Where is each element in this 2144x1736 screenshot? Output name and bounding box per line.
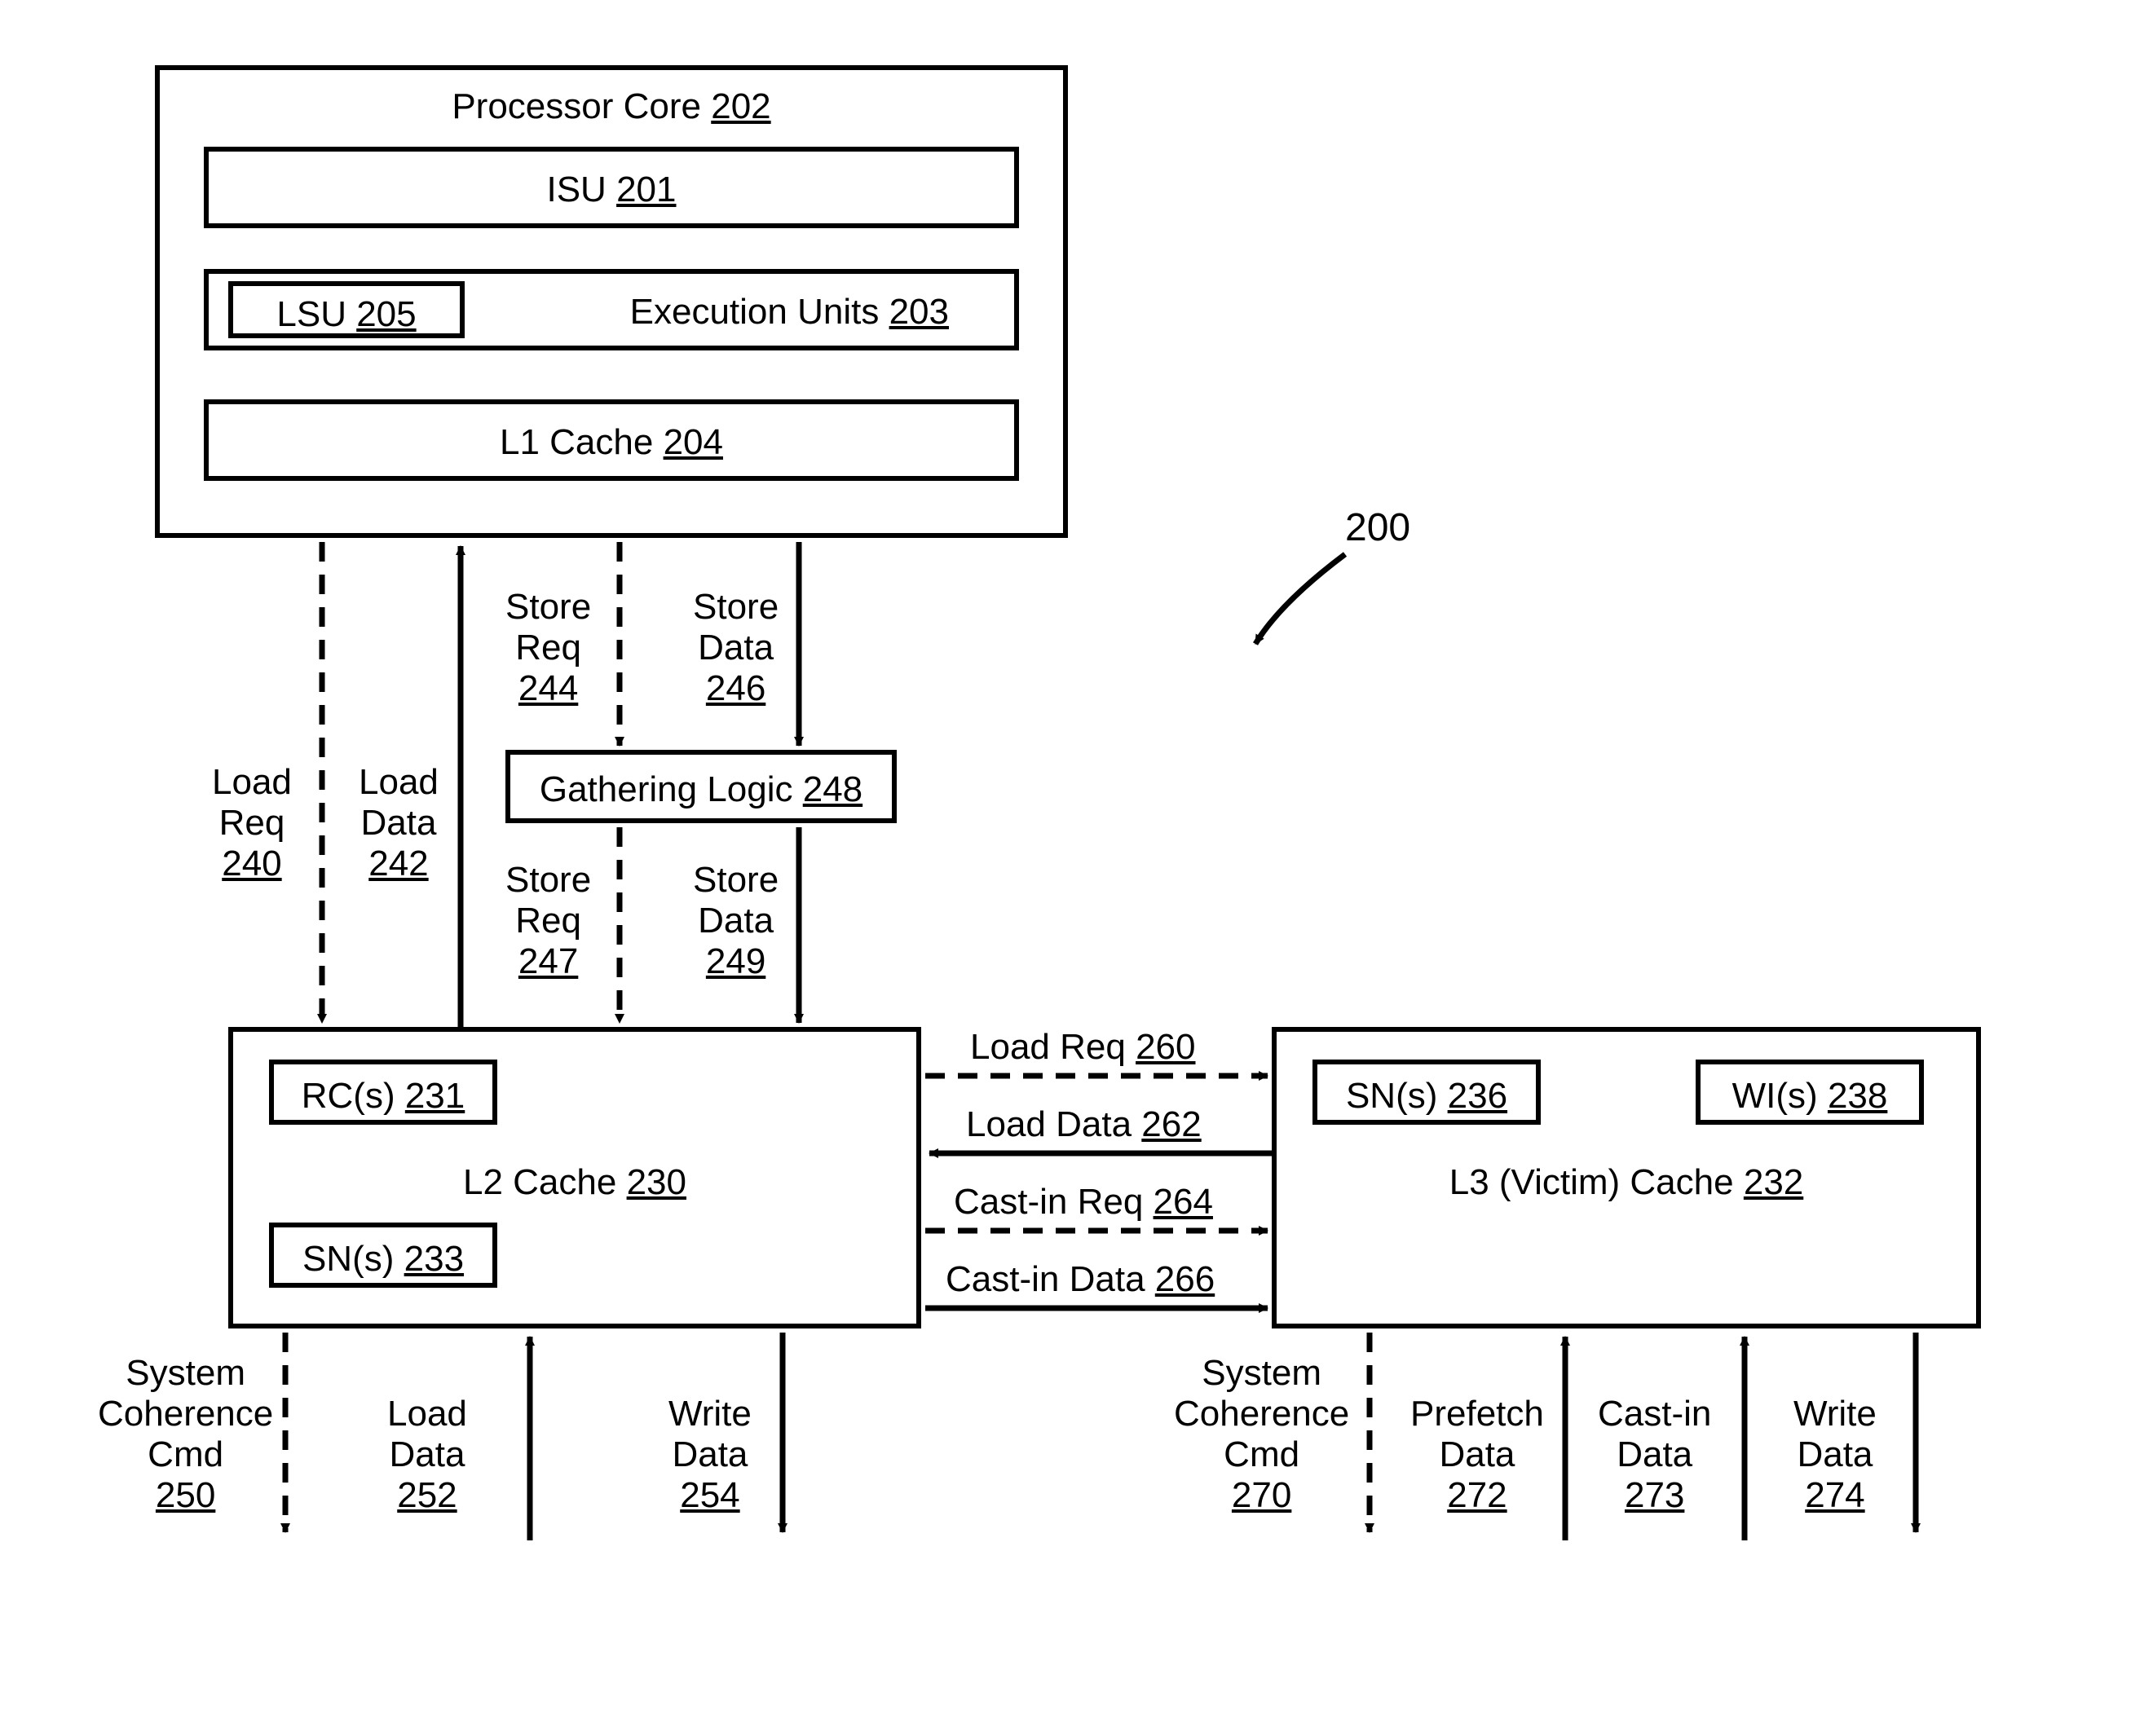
lsu-label: LSU 205 [233, 294, 460, 335]
store-data-249-label: Store Data 249 [693, 860, 779, 982]
sn-l3-label: SN(s) 236 [1317, 1076, 1536, 1117]
sn-l3-box: SN(s) 236 [1312, 1060, 1541, 1125]
figure-ref-label: 200 [1345, 505, 1410, 550]
processor-core-label: Processor Core 202 [160, 86, 1063, 127]
l2-cache-label: L2 Cache 230 [233, 1162, 916, 1203]
sys-coh-250-label: System Coherence Cmd 250 [98, 1353, 273, 1516]
l1-cache-box: L1 Cache 204 [204, 399, 1019, 481]
castin-data-266-label: Cast-in Data 266 [946, 1259, 1215, 1300]
sn-l2-label: SN(s) 233 [274, 1239, 492, 1280]
rc-label: RC(s) 231 [274, 1076, 492, 1117]
load-data-242-label: Load Data 242 [359, 762, 439, 884]
castin-req-264-label: Cast-in Req 264 [954, 1182, 1213, 1223]
load-req-260-label: Load Req 260 [970, 1027, 1195, 1068]
rc-box: RC(s) 231 [269, 1060, 497, 1125]
gathering-logic-box: Gathering Logic 248 [505, 750, 897, 823]
sn-l2-box: SN(s) 233 [269, 1223, 497, 1288]
store-data-246-label: Store Data 246 [693, 587, 779, 709]
load-data-262-label: Load Data 262 [966, 1104, 1202, 1145]
gathering-logic-label: Gathering Logic 248 [510, 769, 892, 810]
load-req-240-label: Load Req 240 [212, 762, 292, 884]
wi-box: WI(s) 238 [1696, 1060, 1924, 1125]
l3-cache-label: L3 (Victim) Cache 232 [1277, 1162, 1976, 1203]
isu-label: ISU 201 [209, 170, 1014, 210]
prefetch-272-label: Prefetch Data 272 [1410, 1394, 1544, 1516]
load-data-252-label: Load Data 252 [387, 1394, 467, 1516]
lsu-box: LSU 205 [228, 281, 465, 338]
sys-coh-270-label: System Coherence Cmd 270 [1174, 1353, 1349, 1516]
execution-units-label: Execution Units 203 [630, 292, 949, 333]
write-data-274-label: Write Data 274 [1793, 1394, 1877, 1516]
castin-273-label: Cast-in Data 273 [1598, 1394, 1711, 1516]
wi-label: WI(s) 238 [1701, 1076, 1919, 1117]
store-req-247-label: Store Req 247 [505, 860, 591, 982]
l1-cache-label: L1 Cache 204 [209, 422, 1014, 463]
store-req-244-label: Store Req 244 [505, 587, 591, 709]
isu-box: ISU 201 [204, 147, 1019, 228]
write-data-254-label: Write Data 254 [668, 1394, 752, 1516]
